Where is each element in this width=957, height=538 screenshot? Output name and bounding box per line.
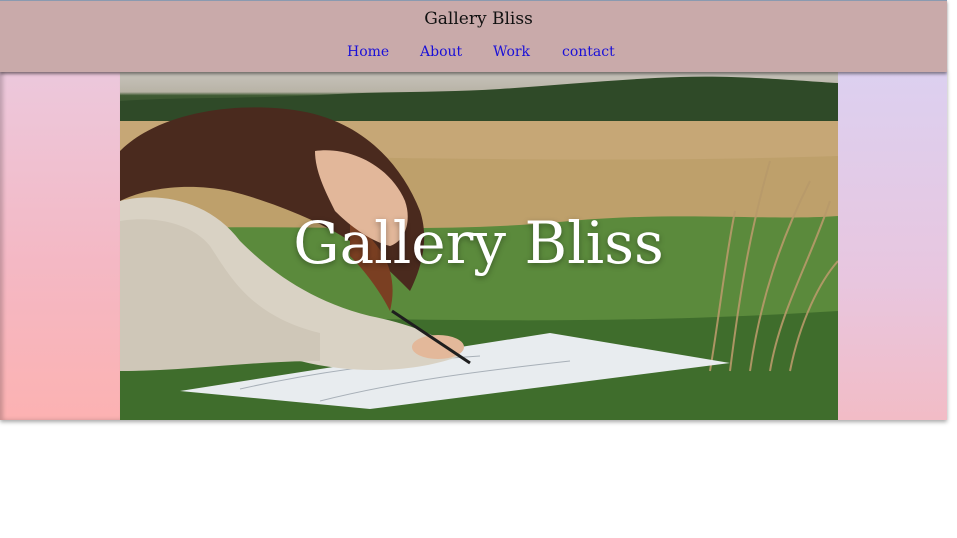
hero-section: Gallery Bliss [0, 71, 947, 420]
site-header: Gallery Bliss Home About Work contact [0, 0, 947, 72]
nav-link-about[interactable]: About [420, 44, 462, 60]
hero-title: Gallery Bliss [293, 209, 664, 277]
site-title: Gallery Bliss [424, 9, 533, 29]
main-nav: Home About Work contact [0, 44, 957, 64]
nav-link-work[interactable]: Work [493, 44, 530, 60]
nav-link-contact[interactable]: contact [562, 44, 615, 60]
nav-link-home[interactable]: Home [347, 44, 389, 60]
